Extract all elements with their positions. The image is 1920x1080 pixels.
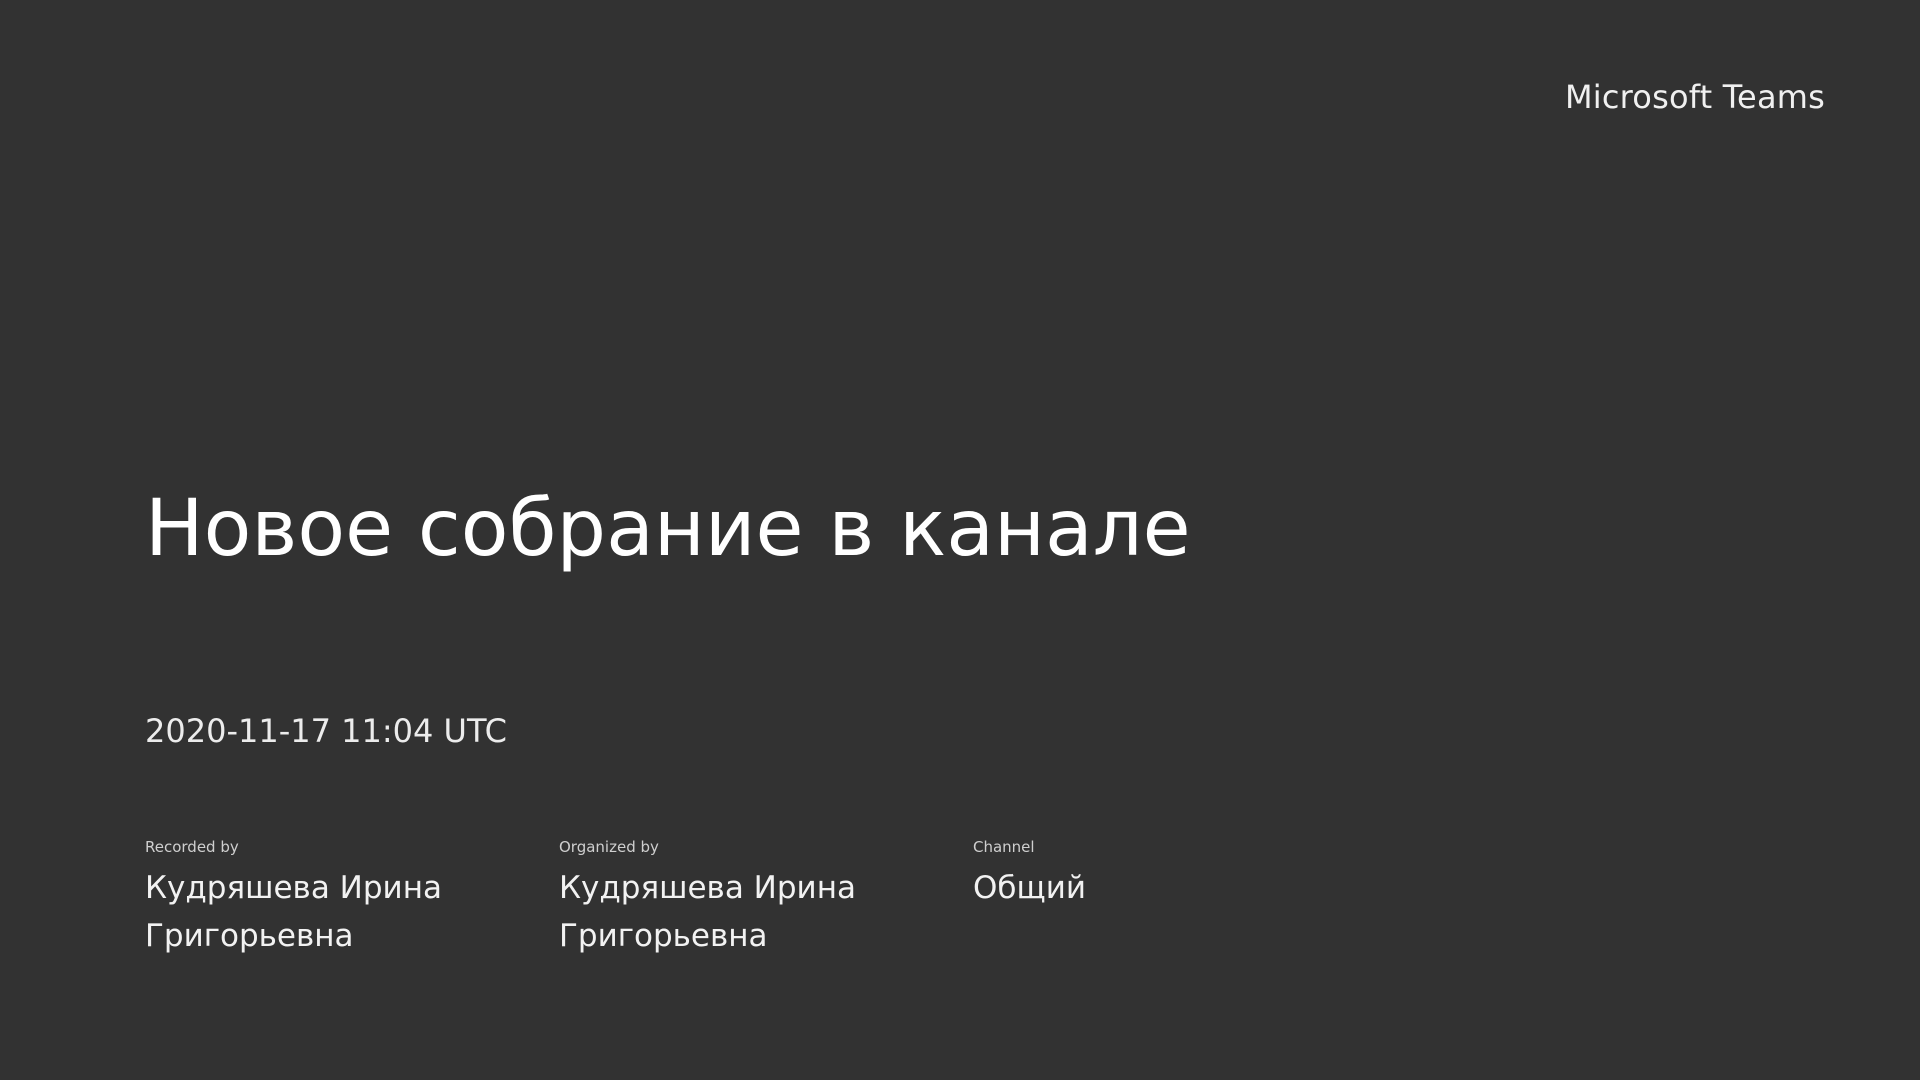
- meeting-recording-title-card: Microsoft Teams Новое собрание в канале …: [0, 0, 1920, 1080]
- recorded-by-detail: Recorded by Кудряшева Ирина Григорьевна: [145, 836, 559, 960]
- channel-value: Общий: [973, 870, 1087, 906]
- organized-by-value: Кудряшева Ирина Григорьевна: [559, 870, 856, 954]
- channel-label: Channel: [973, 838, 1035, 856]
- recorded-by-label: Recorded by: [145, 838, 239, 856]
- channel-detail: Channel Общий: [973, 836, 1387, 960]
- organized-by-label: Organized by: [559, 838, 659, 856]
- meeting-details: Recorded by Кудряшева Ирина Григорьевна …: [145, 836, 1387, 960]
- organized-by-detail: Organized by Кудряшева Ирина Григорьевна: [559, 836, 973, 960]
- app-brand: Microsoft Teams: [1564, 78, 1825, 116]
- meeting-title: Новое собрание в канале: [145, 484, 1191, 574]
- meeting-datetime: 2020-11-17 11:04 UTC: [145, 712, 507, 750]
- recorded-by-value: Кудряшева Ирина Григорьевна: [145, 870, 442, 954]
